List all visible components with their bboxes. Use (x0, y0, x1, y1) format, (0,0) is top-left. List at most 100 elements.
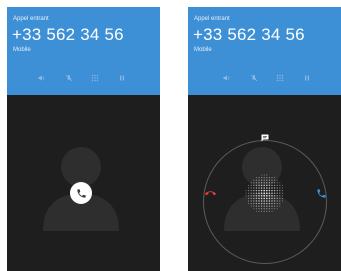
sphere-dot (253, 189, 255, 192)
sphere-dot (276, 179, 278, 181)
sphere-dot (271, 208, 273, 210)
pause-icon[interactable] (118, 74, 126, 82)
sphere-dot (253, 184, 255, 187)
call-controls-row (188, 74, 341, 84)
accept-call-icon[interactable] (316, 188, 327, 199)
sphere-dot (268, 197, 271, 200)
caller-header: Appel entrant +33 562 34 56 Mobile (7, 7, 160, 95)
sphere-dot (258, 202, 260, 205)
sphere-dot (268, 202, 271, 205)
sphere-dot (250, 200, 252, 202)
caller-number: +33 562 34 56 (12, 25, 124, 44)
sphere-dot (260, 208, 263, 210)
sphere-dot (274, 208, 276, 210)
sphere-dot (273, 197, 276, 200)
sphere-dot (279, 182, 281, 184)
sphere-dot (266, 179, 268, 181)
sphere-dot (258, 197, 260, 200)
sphere-dot (279, 192, 281, 194)
reply-message-icon[interactable] (261, 134, 269, 142)
sphere-dot (279, 195, 281, 197)
sphere-dot (247, 192, 250, 194)
sphere-dot (273, 202, 276, 205)
sphere-dot (268, 192, 271, 195)
sphere-dot (260, 205, 263, 207)
speaker-icon[interactable] (223, 74, 231, 82)
sphere-dot (250, 195, 252, 197)
sphere-dot (255, 184, 258, 187)
call-status-label: Appel entrant (13, 16, 49, 22)
sphere-dot (263, 174, 265, 176)
drag-handle-dot-sphere[interactable] (244, 173, 286, 215)
sphere-dot (265, 197, 268, 200)
sphere-dot (255, 195, 258, 197)
sphere-dot (255, 177, 257, 179)
sphere-dot (271, 179, 273, 181)
sphere-dot (255, 187, 258, 189)
sphere-dot (268, 177, 270, 179)
mute-icon[interactable] (250, 74, 258, 82)
sphere-dot (266, 184, 268, 187)
sphere-dot (263, 205, 265, 207)
sphere-dot (260, 179, 263, 181)
sphere-dot (276, 184, 278, 187)
sphere-dot (260, 192, 263, 195)
sphere-dot (268, 200, 271, 202)
sphere-dot (279, 197, 281, 200)
sphere-dot (271, 187, 273, 189)
sphere-dot (279, 205, 281, 207)
sphere-dot (273, 187, 276, 189)
sphere-dot (247, 195, 250, 197)
sphere-dot (281, 195, 283, 197)
pause-icon[interactable] (303, 74, 311, 82)
answer-call-button[interactable] (70, 182, 92, 204)
sphere-dot (266, 200, 268, 202)
sphere-dot (273, 179, 276, 181)
sphere-dot (268, 182, 271, 184)
sphere-dot (276, 187, 278, 189)
sphere-dot (271, 200, 273, 202)
sphere-dot (263, 197, 266, 200)
sphere-dot (263, 210, 265, 212)
sphere-dot (268, 208, 271, 210)
sphere-dot (263, 187, 265, 189)
sphere-dot (258, 179, 260, 181)
mute-icon[interactable] (65, 74, 73, 82)
sphere-dot (271, 197, 273, 200)
sphere-dot (258, 177, 260, 179)
sphere-dot (258, 189, 260, 192)
sphere-dot (248, 203, 250, 205)
sphere-dot (263, 192, 266, 195)
sphere-dot (263, 208, 265, 210)
sphere-dot (268, 210, 270, 212)
decline-call-icon[interactable] (205, 188, 216, 199)
sphere-dot (268, 205, 271, 207)
sphere-dot (248, 197, 250, 199)
call-status-label: Appel entrant (194, 16, 230, 22)
sphere-dot (271, 195, 273, 197)
sphere-dot (258, 205, 260, 207)
sphere-dot (263, 179, 265, 181)
sphere-dot (273, 195, 276, 197)
sphere-dot (258, 208, 260, 210)
sphere-dot (263, 189, 266, 192)
dialpad-icon[interactable] (276, 74, 284, 82)
sphere-dot (248, 187, 250, 189)
sphere-dot (258, 187, 260, 189)
sphere-dot (250, 187, 252, 189)
sphere-dot (247, 189, 250, 192)
sphere-dot (250, 184, 252, 187)
sphere-dot (274, 177, 276, 179)
sphere-dot (268, 187, 271, 189)
sphere-dot (271, 210, 273, 212)
sphere-dot (266, 210, 268, 212)
sphere-dot (260, 184, 263, 187)
sphere-dot (253, 179, 255, 181)
dialpad-icon[interactable] (91, 74, 99, 82)
sphere-dot (255, 197, 258, 200)
sphere-dot (250, 197, 252, 200)
speaker-icon[interactable] (38, 74, 46, 82)
sphere-dot (263, 200, 265, 202)
sphere-dot (261, 174, 263, 176)
sphere-dot (268, 194, 271, 197)
